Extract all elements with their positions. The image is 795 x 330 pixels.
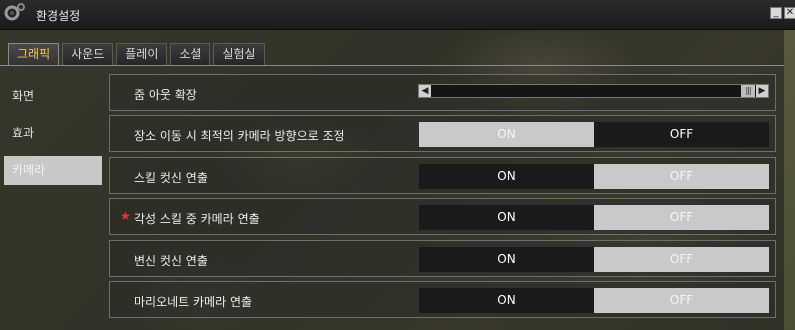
setting-label: 변신 컷신 연출: [134, 254, 208, 268]
star-icon: ★: [120, 209, 131, 223]
sidebar: 화면 효과 카메라: [0, 66, 106, 330]
on-option[interactable]: ON: [419, 288, 594, 313]
off-option[interactable]: OFF: [594, 247, 769, 272]
setting-row-camera-adjust: 장소 이동 시 최적의 카메라 방향으로 조정 ON OFF: [109, 115, 776, 152]
tab-graphics[interactable]: 그래픽: [8, 43, 60, 65]
tab-sound[interactable]: 사운드: [62, 43, 114, 65]
setting-label: 각성 스킬 중 카메라 연출: [134, 212, 260, 226]
off-option[interactable]: OFF: [594, 164, 769, 189]
off-option[interactable]: OFF: [594, 205, 769, 230]
gear-icon: [4, 3, 25, 21]
tab-play[interactable]: 플레이: [116, 43, 168, 65]
sidebar-item-screen[interactable]: 화면: [4, 82, 102, 111]
tab-divider: [0, 65, 784, 66]
zoom-slider[interactable]: ◀ ||| ▶: [418, 84, 769, 98]
sidebar-item-camera[interactable]: 카메라: [4, 156, 102, 185]
tab-social[interactable]: 소셜: [170, 43, 211, 65]
minimize-button[interactable]: _: [770, 7, 782, 19]
on-option[interactable]: ON: [419, 247, 594, 272]
sidebar-item-effects[interactable]: 효과: [4, 119, 102, 148]
settings-panel: 줌 아웃 확장 ◀ ||| ▶ 장소 이동 시 최적의 카메라 방향으로 조정 …: [109, 74, 778, 330]
setting-label: 마리오네트 카메라 연출: [134, 295, 253, 309]
setting-label: 장소 이동 시 최적의 카메라 방향으로 조정: [134, 129, 345, 143]
on-option[interactable]: ON: [419, 164, 594, 189]
off-option[interactable]: OFF: [594, 288, 769, 313]
tab-lab[interactable]: 실험실: [213, 43, 265, 65]
slider-right-arrow-icon[interactable]: ▶: [756, 85, 768, 97]
tab-bar: 그래픽 사운드 플레이 소셜 실험실: [8, 43, 268, 65]
toggle-awakening-camera: ON OFF: [419, 205, 769, 230]
on-option[interactable]: ON: [419, 205, 594, 230]
zoom-label: 줌 아웃 확장: [134, 88, 197, 102]
toggle-skill-cutscene: ON OFF: [419, 164, 769, 189]
setting-row-zoom: 줌 아웃 확장 ◀ ||| ▶: [109, 74, 776, 111]
on-option[interactable]: ON: [419, 122, 594, 147]
slider-left-arrow-icon[interactable]: ◀: [419, 85, 431, 97]
toggle-marionette-camera: ON OFF: [419, 288, 769, 313]
setting-row-marionette-camera: 마리오네트 카메라 연출 ON OFF: [109, 281, 776, 318]
toggle-camera-adjust: ON OFF: [419, 122, 769, 147]
setting-row-transform-cutscene: 변신 컷신 연출 ON OFF: [109, 240, 776, 277]
off-option[interactable]: OFF: [594, 122, 769, 147]
setting-row-skill-cutscene: 스킬 컷신 연출 ON OFF: [109, 157, 776, 194]
toggle-transform-cutscene: ON OFF: [419, 247, 769, 272]
setting-row-awakening-camera: ★ 각성 스킬 중 카메라 연출 ON OFF: [109, 198, 776, 235]
slider-thumb[interactable]: |||: [741, 85, 755, 97]
setting-label: 스킬 컷신 연출: [134, 171, 208, 185]
close-button[interactable]: ✕: [784, 7, 795, 19]
title-bar[interactable]: 환경설정 _ ✕: [0, 0, 795, 30]
window-title: 환경설정: [36, 9, 81, 23]
